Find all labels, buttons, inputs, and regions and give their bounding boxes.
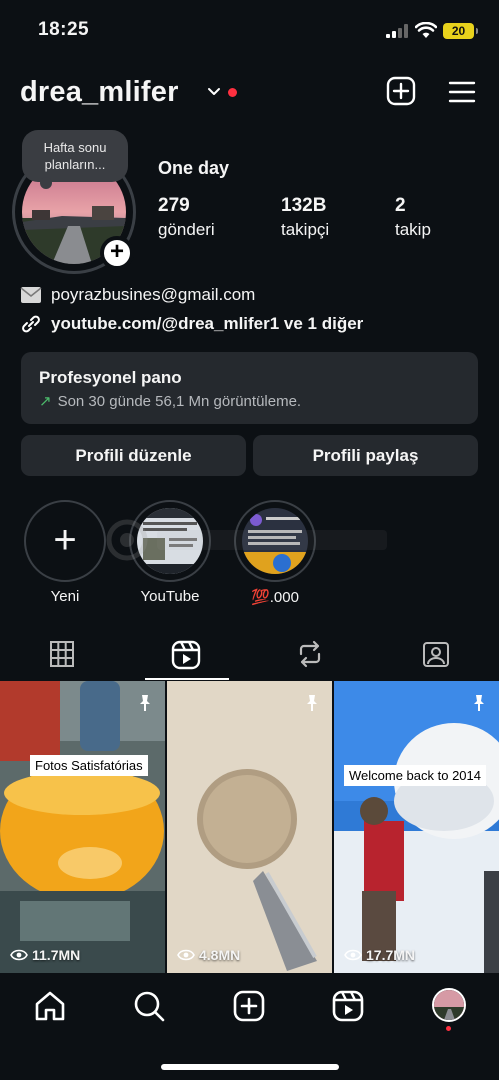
profile-note[interactable]: Hafta sonu planların...	[22, 130, 128, 189]
stat-posts[interactable]: 279 gönderi	[158, 195, 215, 240]
username[interactable]: drea_mlifer	[20, 76, 179, 109]
pin-icon	[307, 695, 317, 711]
stat-label: gönderi	[158, 220, 215, 239]
stat-label: takip	[395, 220, 431, 239]
highlight-label: Yeni	[50, 588, 80, 605]
reel-thumbnail	[0, 681, 165, 973]
profile-header: drea_mlifer	[0, 70, 499, 116]
reels-grid: Fotos Satisfatórias 11.7MN 4.8MN Welcome…	[0, 681, 499, 973]
profile-tabs	[0, 630, 499, 680]
highlight-circle	[129, 500, 211, 582]
highlight-label: YouTube	[140, 588, 200, 605]
trend-up-icon: ↗	[39, 393, 52, 410]
profile-avatar-nav[interactable]	[432, 988, 466, 1022]
reel-caption: Fotos Satisfatórias	[30, 755, 148, 776]
highlight-100k[interactable]: 💯.000	[234, 500, 316, 606]
highlight-circle: +	[24, 500, 106, 582]
stat-label: takipçi	[281, 220, 330, 239]
stat-following[interactable]: 2 takip	[395, 195, 431, 240]
reel-views: 17.7MN	[344, 947, 415, 963]
search-icon[interactable]	[132, 989, 166, 1023]
highlight-new[interactable]: + Yeni	[24, 500, 106, 605]
battery-indicator: 20	[443, 23, 478, 39]
reel-thumbnail	[167, 681, 332, 973]
create-post-button[interactable]	[386, 76, 416, 106]
reel-thumbnail	[334, 681, 499, 973]
tab-reels[interactable]	[124, 630, 248, 680]
pro-panel-subtitle: ↗ Son 30 günde 56,1 Mn görüntüleme.	[39, 392, 460, 411]
repost-icon	[299, 640, 321, 668]
stat-value: 279	[158, 195, 190, 216]
grid-icon	[50, 641, 74, 667]
notification-dot	[228, 88, 237, 97]
status-time: 18:25	[38, 19, 90, 40]
reels-icon	[171, 640, 201, 670]
add-story-button[interactable]: +	[100, 236, 134, 270]
play-icon	[344, 949, 362, 961]
reel-views-count: 4.8MN	[199, 947, 241, 963]
menu-icon[interactable]	[448, 80, 476, 104]
link-text: youtube.com/@drea_mlifer1 ve 1 diğer	[51, 314, 364, 333]
tab-grid[interactable]	[0, 630, 124, 680]
tab-tagged[interactable]	[374, 630, 498, 680]
share-profile-button[interactable]: Profili paylaş	[253, 435, 478, 476]
create-icon[interactable]	[232, 989, 266, 1023]
display-name: One day	[158, 158, 230, 178]
reel-tile[interactable]: Welcome back to 2014 17.7MN	[334, 681, 499, 973]
reel-caption: Welcome back to 2014	[344, 765, 486, 786]
highlight-circle	[234, 500, 316, 582]
stat-followers[interactable]: 132B takipçi	[281, 195, 329, 240]
chevron-down-icon[interactable]	[207, 85, 221, 99]
email-text: poyrazbusines@gmail.com	[51, 285, 256, 304]
edit-profile-button[interactable]: Profili düzenle	[21, 435, 246, 476]
tab-reposts[interactable]	[248, 630, 372, 680]
plus-icon: +	[53, 518, 77, 562]
link-row[interactable]: youtube.com/@drea_mlifer1 ve 1 diğer	[20, 312, 363, 336]
reel-views-count: 11.7MN	[32, 947, 81, 963]
play-icon	[10, 949, 28, 961]
home-icon[interactable]	[33, 989, 67, 1023]
wifi-icon	[415, 22, 437, 38]
status-bar: 18:25 20	[0, 0, 499, 60]
reel-tile[interactable]: Fotos Satisfatórias 11.7MN	[0, 681, 165, 973]
pin-icon	[474, 695, 484, 711]
reel-views: 4.8MN	[177, 947, 240, 963]
tagged-icon	[423, 642, 449, 667]
reels-nav-icon[interactable]	[331, 989, 365, 1023]
pro-panel-subtitle-text: Son 30 günde 56,1 Mn görüntüleme.	[57, 392, 302, 410]
reel-views: 11.7MN	[10, 947, 80, 963]
active-tab-indicator	[145, 678, 229, 680]
play-icon	[177, 949, 195, 961]
link-icon	[22, 315, 40, 333]
pin-icon	[140, 695, 150, 711]
stat-value: 132B	[281, 195, 327, 216]
reel-tile[interactable]: 4.8MN	[167, 681, 332, 973]
email-row[interactable]: poyrazbusines@gmail.com	[20, 283, 255, 307]
signal-icon	[386, 24, 408, 38]
professional-dashboard[interactable]: Profesyonel pano ↗ Son 30 günde 56,1 Mn …	[21, 352, 478, 424]
reel-views-count: 17.7MN	[366, 947, 416, 963]
notification-dot	[446, 1026, 451, 1031]
highlight-cover	[137, 508, 203, 574]
mail-icon	[20, 287, 42, 303]
home-indicator	[161, 1064, 339, 1070]
highlight-youtube[interactable]: YouTube	[129, 500, 211, 605]
highlight-label: 💯.000	[251, 589, 299, 606]
pro-panel-title: Profesyonel pano	[39, 368, 182, 387]
highlight-cover	[242, 508, 308, 574]
stat-value: 2	[395, 195, 406, 216]
